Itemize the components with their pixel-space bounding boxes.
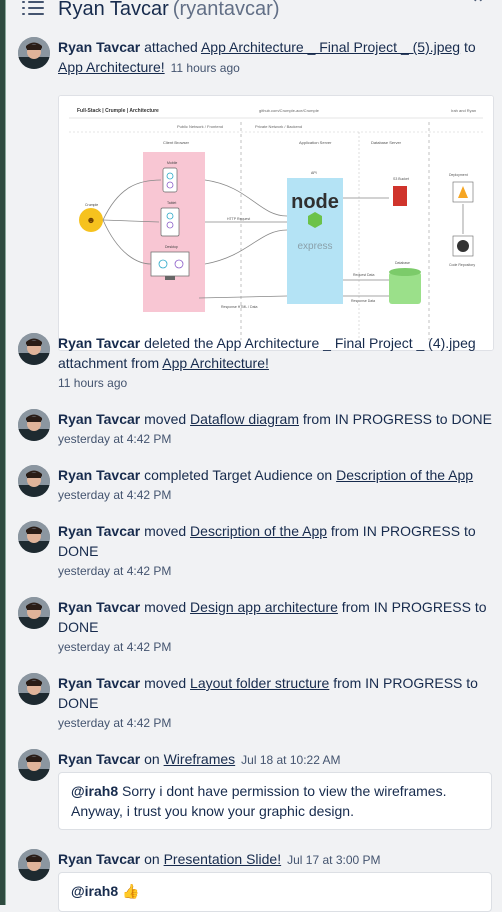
activity-header: Ryan Tavcar (ryantavcar) ⌃ bbox=[6, 0, 502, 30]
card-link[interactable]: Dataflow diagram bbox=[190, 411, 299, 427]
avatar[interactable] bbox=[18, 521, 50, 553]
database-label: Database bbox=[395, 261, 410, 265]
attachment-preview[interactable]: Full-Stack | Crumple | Architecture gith… bbox=[58, 95, 494, 351]
card-link[interactable]: App Architecture! bbox=[58, 59, 165, 75]
express-logo: express bbox=[297, 241, 332, 252]
activity-text: to bbox=[460, 39, 476, 55]
avatar[interactable] bbox=[18, 333, 50, 365]
activity-user[interactable]: Ryan Tavcar bbox=[58, 411, 140, 427]
activity-user[interactable]: Ryan Tavcar bbox=[58, 751, 140, 767]
client-browser-label: Client Browser bbox=[163, 140, 190, 145]
activity-time[interactable]: 11 hours ago bbox=[171, 61, 240, 75]
activity-verb: moved bbox=[140, 411, 191, 427]
card-link[interactable]: Description of the App bbox=[336, 467, 473, 483]
node-logo: node bbox=[291, 191, 339, 213]
activity-time[interactable]: yesterday at 4:42 PM bbox=[58, 714, 494, 732]
user-label: Crumple bbox=[85, 203, 98, 207]
diagram-url: github.com/Crumple-ace/Crumple bbox=[259, 108, 320, 113]
activity-list-icon bbox=[22, 0, 44, 16]
activity-verb: completed Target Audience on bbox=[140, 467, 337, 483]
comment-box: @irah8 👍 bbox=[58, 872, 492, 912]
member-handle: (ryantavcar) bbox=[172, 0, 280, 20]
http-request-label: HTTP Request bbox=[227, 217, 250, 221]
response-label: Response HTML / Data bbox=[221, 305, 257, 309]
mobile-label: Mobile bbox=[167, 161, 177, 165]
activity-verb: moved bbox=[140, 675, 191, 691]
s3-label: S3 Bucket bbox=[393, 177, 409, 181]
diagram-title: Full-Stack | Crumple | Architecture bbox=[77, 108, 159, 114]
thumbs-up-icon: 👍 bbox=[122, 883, 140, 899]
card-link[interactable]: App Architecture! bbox=[162, 355, 269, 371]
activity-time[interactable]: yesterday at 4:42 PM bbox=[58, 430, 494, 448]
chevron-up-icon[interactable]: ⌃ bbox=[464, 0, 492, 14]
comment-box: @irah8 Sorry i dont have permission to v… bbox=[58, 772, 492, 830]
activity-verb: moved bbox=[140, 599, 191, 615]
attachment-link[interactable]: App Architecture _ Final Project _ (5).j… bbox=[201, 39, 460, 55]
card-link[interactable]: Layout folder structure bbox=[190, 675, 329, 691]
activity-time[interactable]: yesterday at 4:42 PM bbox=[58, 562, 494, 580]
activity-user[interactable]: Ryan Tavcar bbox=[58, 675, 140, 691]
activity-time[interactable]: yesterday at 4:42 PM bbox=[58, 638, 494, 656]
activity-time[interactable]: Jul 17 at 3:00 PM bbox=[287, 853, 380, 867]
app-server-label: Application Server bbox=[299, 140, 332, 145]
avatar[interactable] bbox=[18, 673, 50, 705]
avatar[interactable] bbox=[18, 597, 50, 629]
activity-verb: on bbox=[140, 751, 164, 767]
card-link[interactable]: Description of the App bbox=[190, 523, 327, 539]
member-title: Ryan Tavcar (ryantavcar) bbox=[58, 0, 280, 22]
activity-verb: attached bbox=[140, 39, 201, 55]
architecture-diagram: Full-Stack | Crumple | Architecture gith… bbox=[59, 96, 493, 350]
svg-text:☻: ☻ bbox=[86, 215, 95, 225]
activity-time[interactable]: 11 hours ago bbox=[58, 374, 494, 392]
avatar[interactable] bbox=[18, 849, 50, 881]
avatar[interactable] bbox=[18, 37, 50, 69]
activity-verb: on bbox=[140, 851, 164, 867]
activity-user[interactable]: Ryan Tavcar bbox=[58, 467, 140, 483]
board-background-strip bbox=[0, 0, 6, 905]
request-data-label: Request Data bbox=[353, 273, 374, 277]
db-server-label: Database Server bbox=[371, 140, 402, 145]
github-icon bbox=[457, 240, 469, 252]
card-link[interactable]: Wireframes bbox=[164, 751, 236, 767]
card-link[interactable]: Presentation Slide! bbox=[164, 851, 282, 867]
desktop-label: Desktop bbox=[165, 245, 178, 249]
response-data-label: Response Data bbox=[351, 299, 375, 303]
s3-icon bbox=[393, 186, 407, 206]
tablet-label: Tablet bbox=[167, 201, 176, 205]
activity-user[interactable]: Ryan Tavcar bbox=[58, 851, 140, 867]
private-network-label: Private Network / Backend bbox=[255, 124, 302, 129]
comment-text: Sorry i dont have permission to view the… bbox=[71, 783, 447, 819]
mention[interactable]: @irah8 bbox=[71, 883, 118, 899]
code-repo-label: Code Repository bbox=[449, 263, 475, 267]
public-network-label: Public Network / Frontend bbox=[177, 124, 223, 129]
card-link[interactable]: Design app architecture bbox=[190, 599, 338, 615]
avatar[interactable] bbox=[18, 409, 50, 441]
api-label: API bbox=[311, 171, 317, 175]
activity-user[interactable]: Ryan Tavcar bbox=[58, 335, 140, 351]
avatar[interactable] bbox=[18, 465, 50, 497]
avatar[interactable] bbox=[18, 749, 50, 781]
deployment-label: Deployment bbox=[449, 173, 468, 177]
member-name: Ryan Tavcar bbox=[58, 0, 169, 20]
activity-text: from IN PROGRESS to DONE bbox=[298, 411, 492, 427]
diagram-corner: Irah and Ryan bbox=[451, 108, 476, 113]
activity-user[interactable]: Ryan Tavcar bbox=[58, 599, 140, 615]
activity-user[interactable]: Ryan Tavcar bbox=[58, 39, 140, 55]
activity-time[interactable]: yesterday at 4:42 PM bbox=[58, 486, 494, 504]
activity-verb: moved bbox=[140, 523, 191, 539]
activity-time[interactable]: Jul 18 at 10:22 AM bbox=[241, 753, 340, 767]
activity-user[interactable]: Ryan Tavcar bbox=[58, 523, 140, 539]
mention[interactable]: @irah8 bbox=[71, 783, 118, 799]
database-icon bbox=[389, 272, 421, 304]
